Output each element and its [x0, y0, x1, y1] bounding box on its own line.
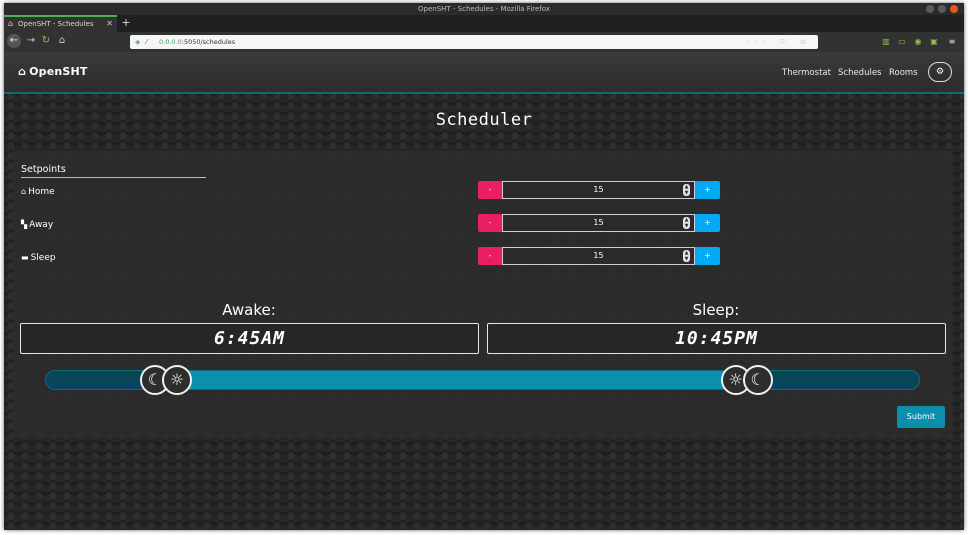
- home-decrement-button[interactable]: -: [478, 181, 502, 199]
- nav-rooms[interactable]: Rooms: [889, 68, 918, 78]
- nav-schedules[interactable]: Schedules: [838, 68, 882, 78]
- home-increment-button[interactable]: +: [695, 181, 720, 199]
- awake-label: Awake:: [222, 301, 276, 319]
- tab-openshp-schedules[interactable]: ⌂ OpenSHT - Schedules ✕: [4, 15, 117, 32]
- setpoint-sleep-text: Sleep: [30, 253, 56, 263]
- home-icon: ⌂: [18, 65, 27, 78]
- sleep-stepper: - 15 ▲ ▼ +: [478, 247, 720, 265]
- forward-icon[interactable]: →: [24, 34, 38, 48]
- sleep-label: Sleep:: [692, 301, 740, 319]
- scheduler-card: Setpoints ⌂Home - 15 ▲▼ + ▚Away - 15: [13, 151, 953, 437]
- away-value: 15: [593, 218, 604, 227]
- setpoint-away-text: Away: [29, 220, 54, 230]
- setpoint-label-away: ▚ Away: [21, 220, 53, 230]
- setpoint-label-home: ⌂ Home: [21, 187, 55, 197]
- page-title: Scheduler: [435, 110, 533, 130]
- gears-icon: ⚙: [935, 67, 945, 77]
- reload-icon[interactable]: ↻: [39, 34, 53, 48]
- tab-bar: ⌂ OpenSHT - Schedules ✕ +: [4, 15, 964, 32]
- back-icon[interactable]: ←: [7, 34, 21, 48]
- home-value-input[interactable]: 15 ▲ ▼: [502, 181, 695, 199]
- extension-icon[interactable]: ◉: [912, 35, 924, 49]
- web-page: ⌂ OpenSHT Thermostat Schedules Rooms ⚙ Sc…: [4, 52, 964, 530]
- nav-thermostat[interactable]: Thermostat: [782, 68, 831, 78]
- url-host: 0.0.0.0: [159, 38, 182, 46]
- tab-title: OpenSHT - Schedules: [18, 20, 94, 28]
- home-value: 15: [593, 185, 604, 194]
- navigation-bar: ← → ↻ ⌂ ◈ ⁄ 0.0.0.0:5050/schedules ··· ♡…: [4, 32, 964, 52]
- page-actions-icon[interactable]: ··· ♡ ☆: [746, 35, 812, 49]
- browser-window: OpenSHT - Schedules - Mozilla Firefox ⌂ …: [4, 3, 964, 530]
- setpoint-label-sleep: ▬ Sleep: [21, 253, 56, 263]
- away-stepper: - 15 ▲ ▼ +: [478, 214, 720, 232]
- home-icon: ⌂: [21, 187, 27, 196]
- setpoint-home-text: Home: [28, 187, 55, 197]
- bed-icon: ▬: [21, 253, 29, 262]
- home-icon[interactable]: ⌂: [55, 34, 69, 48]
- slider-active-range: [169, 371, 743, 389]
- home-stepper: - 15 ▲ ▼ +: [478, 181, 720, 199]
- sun-icon[interactable]: ☼: [161, 365, 192, 395]
- moon-icon[interactable]: ☾: [742, 365, 773, 395]
- minimize-button[interactable]: [926, 5, 934, 13]
- sleep-value-input[interactable]: 15 ▲ ▼: [502, 247, 695, 265]
- shield-icon: ◈: [135, 38, 141, 46]
- close-tab-icon[interactable]: ✕: [106, 17, 113, 31]
- schedule-range-slider[interactable]: ☾ ☼ ☼ ☾: [45, 365, 920, 395]
- sleep-increment-button[interactable]: +: [695, 247, 720, 265]
- sleep-value: 15: [593, 251, 604, 260]
- settings-button[interactable]: ⚙: [928, 62, 952, 82]
- close-window-button[interactable]: [950, 5, 958, 13]
- window-titlebar: OpenSHT - Schedules - Mozilla Firefox: [4, 3, 964, 15]
- window-title: OpenSHT - Schedules - Mozilla Firefox: [418, 5, 550, 13]
- library-icon[interactable]: ▥: [880, 35, 892, 49]
- spinner-icon[interactable]: ▲ ▼: [683, 250, 690, 262]
- sleep-decrement-button[interactable]: -: [478, 247, 502, 265]
- setpoints-heading: Setpoints: [21, 164, 206, 178]
- submit-button[interactable]: Submit: [897, 406, 945, 428]
- awake-time-display: 6:45AM: [20, 323, 479, 354]
- sleep-time-display: 10:45PM: [487, 323, 946, 354]
- new-tab-button[interactable]: +: [120, 15, 132, 32]
- home-icon: ⌂: [8, 19, 14, 28]
- away-increment-button[interactable]: +: [695, 214, 720, 232]
- away-value-input[interactable]: 15 ▲ ▼: [502, 214, 695, 232]
- spinner-icon[interactable]: ▲ ▼: [683, 217, 690, 229]
- away-decrement-button[interactable]: -: [478, 214, 502, 232]
- door-icon: ▚: [21, 220, 28, 229]
- sidebar-icon[interactable]: ▭: [896, 35, 908, 49]
- url-bar[interactable]: ◈ ⁄ 0.0.0.0:5050/schedules ··· ♡ ☆: [130, 35, 818, 49]
- menu-icon[interactable]: ≡: [946, 35, 958, 49]
- container-icon[interactable]: ▣: [928, 35, 940, 49]
- insecure-lock-icon: ⁄: [146, 38, 148, 46]
- url-path: :5050/schedules: [181, 38, 236, 46]
- maximize-button[interactable]: [938, 5, 946, 13]
- brand-name: OpenSHT: [29, 65, 88, 78]
- spinner-icon[interactable]: ▲ ▼: [683, 184, 690, 196]
- brand-link[interactable]: ⌂ OpenSHT: [18, 65, 88, 78]
- site-header: ⌂ OpenSHT Thermostat Schedules Rooms ⚙: [4, 52, 964, 94]
